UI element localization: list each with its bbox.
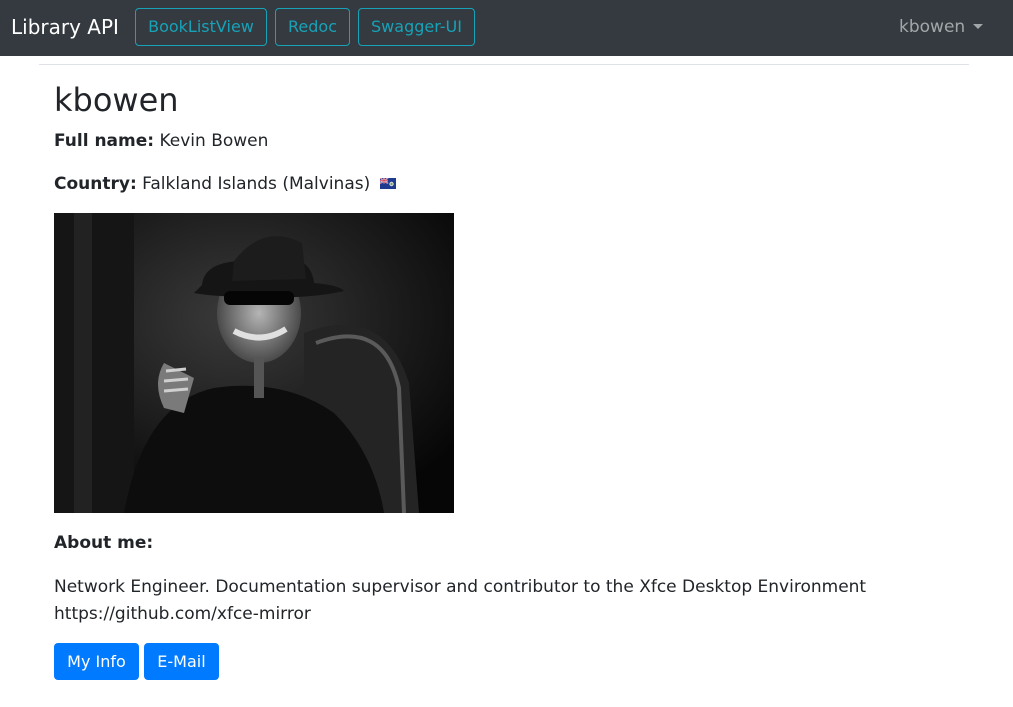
email-button[interactable]: E-Mail: [144, 643, 219, 680]
full-name-row: Full name: Kevin Bowen: [54, 129, 268, 153]
my-info-button[interactable]: My Info: [54, 643, 139, 680]
profile-photo: [54, 213, 454, 513]
about-label: About me:: [54, 531, 153, 555]
falkland-flag-icon: [379, 178, 396, 189]
swagger-ui-button[interactable]: Swagger-UI: [358, 8, 475, 46]
profile-photo-image: [54, 213, 454, 513]
about-text: Network Engineer. Documentation supervis…: [54, 577, 867, 624]
booklistview-button[interactable]: BookListView: [135, 8, 267, 46]
redoc-button[interactable]: Redoc: [275, 8, 350, 46]
country-label: Country:: [54, 174, 137, 194]
full-name-value: Kevin Bowen: [159, 131, 269, 151]
country-row: Country: Falkland Islands (Malvinas): [54, 172, 396, 196]
brand-link[interactable]: Library API: [11, 14, 119, 40]
page-title: kbowen: [54, 81, 179, 119]
country-value: Falkland Islands (Malvinas): [142, 174, 371, 194]
chevron-down-icon: [973, 24, 984, 29]
user-dropdown-label: kbowen: [899, 17, 966, 37]
navbar: Library API BookListView Redoc Swagger-U…: [0, 0, 1013, 56]
user-dropdown[interactable]: kbowen: [899, 15, 984, 39]
divider: [39, 64, 969, 65]
full-name-label: Full name:: [54, 131, 155, 151]
about-label-text: About me:: [54, 533, 154, 553]
